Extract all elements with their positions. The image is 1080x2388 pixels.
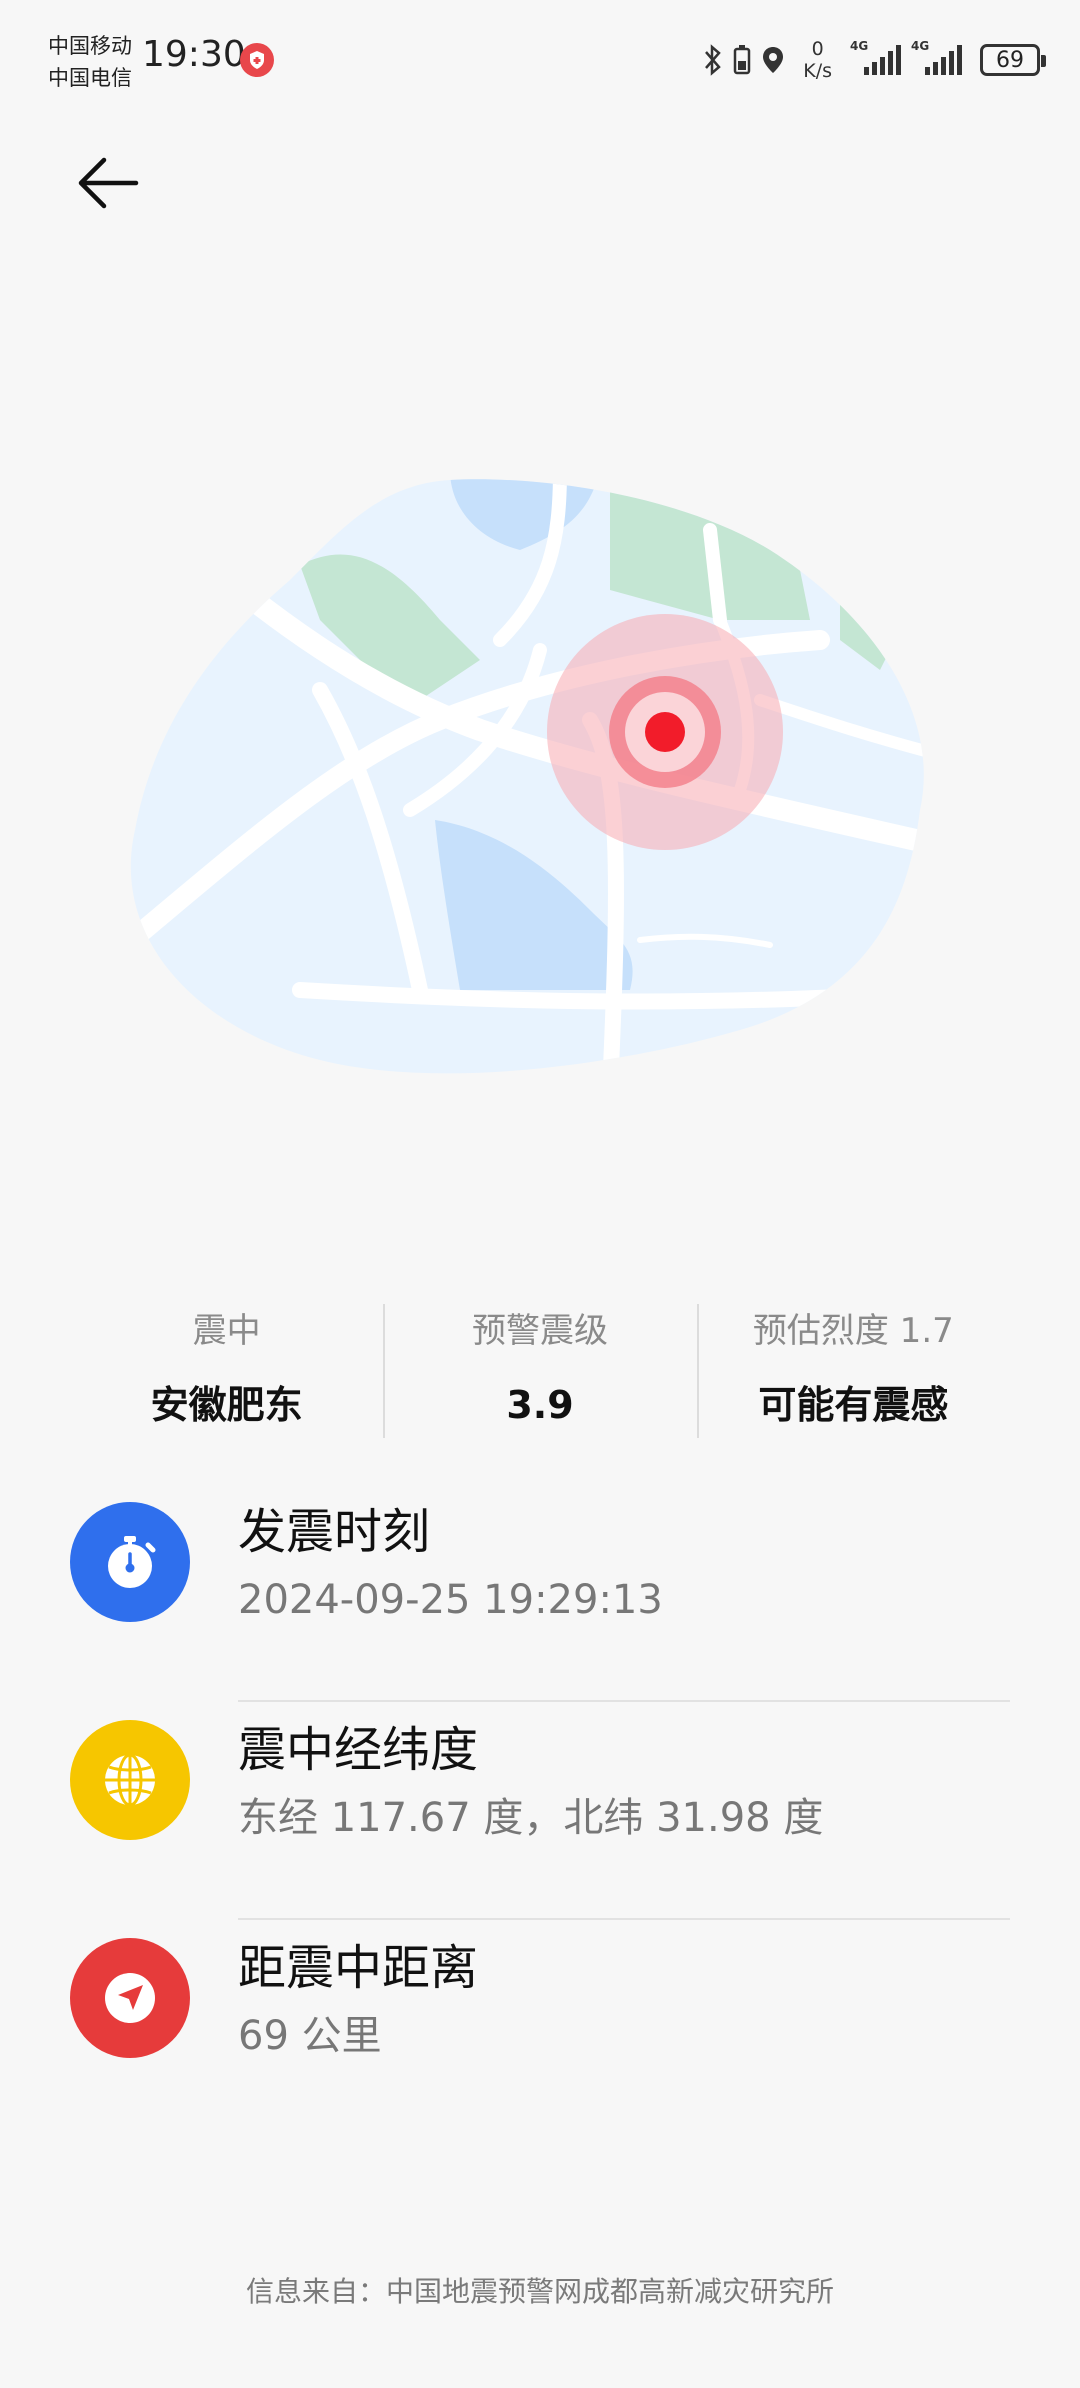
battery-icon: 69 — [980, 44, 1046, 76]
detail-origin-time: 发震时刻 2024-09-25 19:29:13 — [70, 1490, 1010, 1690]
detail-coordinates-value: 东经 117.67 度，北纬 31.98 度 — [238, 1795, 824, 1841]
detail-coordinates-title: 震中经纬度 — [238, 1722, 479, 1778]
summary-epicenter-value: 安徽肥东 — [150, 1383, 303, 1427]
summary-magnitude-value: 3.9 — [506, 1383, 574, 1427]
detail-coordinates: 震中经纬度 东经 117.67 度，北纬 31.98 度 — [70, 1708, 1010, 1908]
summary-epicenter: 震中 安徽肥东 — [70, 1290, 383, 1440]
bluetooth-icon — [705, 44, 722, 76]
carrier-names: 中国移动 中国电信 — [48, 30, 132, 94]
detail-distance-title: 距震中距离 — [238, 1940, 479, 1996]
detail-distance: 距震中距离 69 公里 — [70, 1926, 1010, 2126]
detail-origin-time-value: 2024-09-25 19:29:13 — [238, 1577, 663, 1623]
back-button[interactable] — [70, 145, 146, 221]
cellular-signal-1-icon: 4G — [850, 39, 901, 75]
summary-magnitude-label: 预警震级 — [471, 1311, 608, 1351]
carrier-1: 中国移动 — [48, 34, 132, 58]
divider — [238, 1918, 1010, 1920]
stopwatch-icon — [70, 1502, 190, 1622]
summary-magnitude: 预警震级 3.9 — [383, 1290, 696, 1440]
cellular-signal-2-icon: 4G — [911, 39, 962, 75]
security-shield-icon — [240, 43, 274, 77]
location-icon — [763, 47, 784, 73]
summary-intensity-label: 预估烈度 1.7 — [752, 1311, 954, 1351]
epicenter-map-illustration — [130, 479, 924, 1074]
navigation-arrow-icon — [70, 1938, 190, 2058]
battery-saver-icon — [733, 45, 751, 75]
status-bar: 中国移动 中国电信 19:30 0 K/s 4G 4G 69 — [0, 0, 1080, 110]
detail-distance-value: 69 公里 — [238, 2013, 382, 2059]
globe-icon — [70, 1720, 190, 1840]
earthquake-summary: 震中 安徽肥东 预警震级 3.9 预估烈度 1.7 可能有震感 — [70, 1290, 1010, 1440]
epicenter-marker — [547, 614, 783, 850]
data-source-note: 信息来自：中国地震预警网成都高新减灾研究所 — [245, 2275, 834, 2308]
summary-epicenter-label: 震中 — [192, 1311, 261, 1351]
divider — [238, 1700, 1010, 1702]
battery-level: 69 — [996, 47, 1024, 73]
status-icons: 0 K/s 4G 4G 69 — [703, 34, 1046, 86]
arrow-left-icon — [78, 157, 139, 209]
summary-intensity-value: 可能有震感 — [758, 1383, 949, 1427]
status-time: 19:30 — [142, 34, 246, 75]
detail-origin-time-title: 发震时刻 — [238, 1504, 431, 1560]
carrier-2: 中国电信 — [48, 66, 132, 90]
summary-intensity: 预估烈度 1.7 可能有震感 — [696, 1290, 1010, 1440]
network-speed: 0 K/s — [803, 38, 832, 82]
